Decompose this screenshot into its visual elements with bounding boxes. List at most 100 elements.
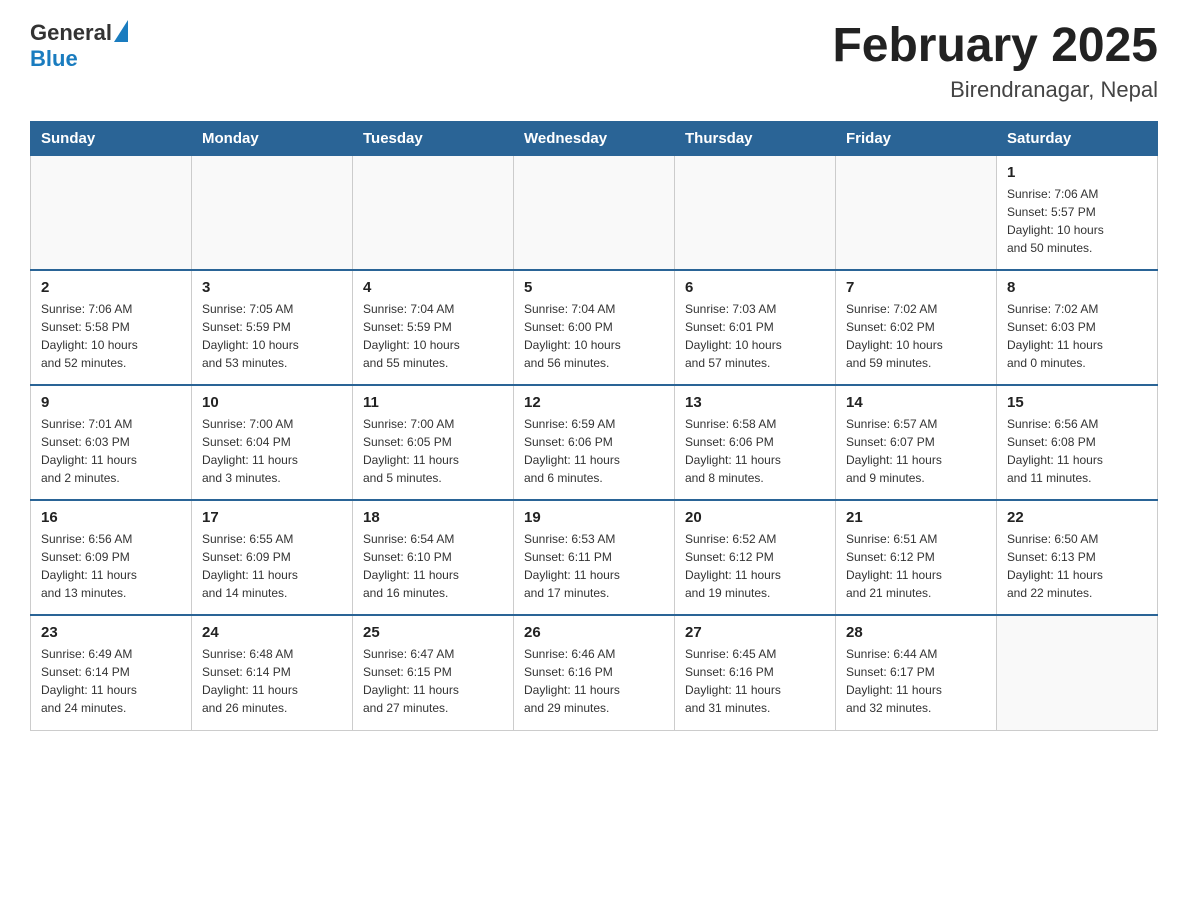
calendar-title-block: February 2025 Birendranagar, Nepal: [832, 20, 1158, 103]
day-info: Sunrise: 7:02 AM Sunset: 6:02 PM Dayligh…: [846, 300, 986, 372]
calendar-cell: 9Sunrise: 7:01 AM Sunset: 6:03 PM Daylig…: [31, 385, 192, 500]
calendar-title: February 2025: [832, 20, 1158, 73]
day-info: Sunrise: 6:59 AM Sunset: 6:06 PM Dayligh…: [524, 415, 664, 487]
calendar-week-row: 16Sunrise: 6:56 AM Sunset: 6:09 PM Dayli…: [31, 500, 1158, 615]
header-monday: Monday: [192, 121, 353, 155]
day-info: Sunrise: 7:03 AM Sunset: 6:01 PM Dayligh…: [685, 300, 825, 372]
day-number: 25: [363, 624, 503, 641]
day-info: Sunrise: 6:55 AM Sunset: 6:09 PM Dayligh…: [202, 530, 342, 602]
day-number: 1: [1007, 164, 1147, 181]
day-info: Sunrise: 6:48 AM Sunset: 6:14 PM Dayligh…: [202, 645, 342, 717]
day-info: Sunrise: 6:54 AM Sunset: 6:10 PM Dayligh…: [363, 530, 503, 602]
calendar-week-row: 23Sunrise: 6:49 AM Sunset: 6:14 PM Dayli…: [31, 615, 1158, 730]
header-friday: Friday: [836, 121, 997, 155]
calendar-cell: 8 Sunrise: 7:02 AM Sunset: 6:03 PM Daylig…: [997, 270, 1158, 385]
day-number: 21: [846, 509, 986, 526]
day-number: 11: [363, 394, 503, 411]
day-info: Sunrise: 7:04 AM Sunset: 6:00 PM Dayligh…: [524, 300, 664, 372]
day-info: Sunrise: 6:45 AM Sunset: 6:16 PM Dayligh…: [685, 645, 825, 717]
day-number: 19: [524, 509, 664, 526]
day-number: 12: [524, 394, 664, 411]
day-number: 13: [685, 394, 825, 411]
calendar-table: Sunday Monday Tuesday Wednesday Thursday…: [30, 121, 1158, 731]
day-info: Sunrise: 6:47 AM Sunset: 6:15 PM Dayligh…: [363, 645, 503, 717]
calendar-week-row: 1 Sunrise: 7:06 AM Sunset: 5:57 PM Daylig…: [31, 155, 1158, 270]
day-number: 10: [202, 394, 342, 411]
day-number: 7: [846, 279, 986, 296]
calendar-cell: 19 Sunrise: 6:53 AM Sunset: 6:11 PM Dayli…: [514, 500, 675, 615]
calendar-cell: 27 Sunrise: 6:45 AM Sunset: 6:16 PM Dayli…: [675, 615, 836, 730]
day-number: 8: [1007, 279, 1147, 296]
calendar-cell: 22 Sunrise: 6:50 AM Sunset: 6:13 PM Dayli…: [997, 500, 1158, 615]
calendar-cell: [353, 155, 514, 270]
day-number: 4: [363, 279, 503, 296]
day-info: Sunrise: 6:57 AM Sunset: 6:07 PM Dayligh…: [846, 415, 986, 487]
calendar-cell: 24Sunrise: 6:48 AM Sunset: 6:14 PM Dayli…: [192, 615, 353, 730]
day-number: 20: [685, 509, 825, 526]
calendar-cell: 5 Sunrise: 7:04 AM Sunset: 6:00 PM Daylig…: [514, 270, 675, 385]
calendar-cell: [514, 155, 675, 270]
weekday-header-row: Sunday Monday Tuesday Wednesday Thursday…: [31, 121, 1158, 155]
header-wednesday: Wednesday: [514, 121, 675, 155]
logo: General Blue: [30, 20, 128, 72]
day-number: 27: [685, 624, 825, 641]
calendar-cell: [997, 615, 1158, 730]
logo-triangle-icon: [114, 20, 128, 42]
calendar-cell: 20 Sunrise: 6:52 AM Sunset: 6:12 PM Dayli…: [675, 500, 836, 615]
calendar-cell: 18 Sunrise: 6:54 AM Sunset: 6:10 PM Dayli…: [353, 500, 514, 615]
calendar-cell: 14 Sunrise: 6:57 AM Sunset: 6:07 PM Dayli…: [836, 385, 997, 500]
day-info: Sunrise: 7:06 AM Sunset: 5:57 PM Dayligh…: [1007, 185, 1147, 257]
day-info: Sunrise: 7:00 AM Sunset: 6:04 PM Dayligh…: [202, 415, 342, 487]
day-number: 26: [524, 624, 664, 641]
calendar-cell: 7 Sunrise: 7:02 AM Sunset: 6:02 PM Daylig…: [836, 270, 997, 385]
calendar-cell: [836, 155, 997, 270]
calendar-cell: [31, 155, 192, 270]
calendar-cell: [192, 155, 353, 270]
day-number: 23: [41, 624, 181, 641]
calendar-cell: 10 Sunrise: 7:00 AM Sunset: 6:04 PM Dayli…: [192, 385, 353, 500]
calendar-cell: 1 Sunrise: 7:06 AM Sunset: 5:57 PM Daylig…: [997, 155, 1158, 270]
header-tuesday: Tuesday: [353, 121, 514, 155]
header-sunday: Sunday: [31, 121, 192, 155]
day-number: 9: [41, 394, 181, 411]
header-thursday: Thursday: [675, 121, 836, 155]
calendar-cell: 3Sunrise: 7:05 AM Sunset: 5:59 PM Daylig…: [192, 270, 353, 385]
calendar-cell: 6 Sunrise: 7:03 AM Sunset: 6:01 PM Daylig…: [675, 270, 836, 385]
day-info: Sunrise: 6:51 AM Sunset: 6:12 PM Dayligh…: [846, 530, 986, 602]
calendar-cell: 15 Sunrise: 6:56 AM Sunset: 6:08 PM Dayli…: [997, 385, 1158, 500]
day-info: Sunrise: 6:44 AM Sunset: 6:17 PM Dayligh…: [846, 645, 986, 717]
day-info: Sunrise: 7:06 AM Sunset: 5:58 PM Dayligh…: [41, 300, 181, 372]
day-info: Sunrise: 6:46 AM Sunset: 6:16 PM Dayligh…: [524, 645, 664, 717]
day-info: Sunrise: 6:56 AM Sunset: 6:09 PM Dayligh…: [41, 530, 181, 602]
calendar-cell: 17 Sunrise: 6:55 AM Sunset: 6:09 PM Dayli…: [192, 500, 353, 615]
calendar-cell: 26 Sunrise: 6:46 AM Sunset: 6:16 PM Dayli…: [514, 615, 675, 730]
calendar-cell: 12 Sunrise: 6:59 AM Sunset: 6:06 PM Dayli…: [514, 385, 675, 500]
day-number: 17: [202, 509, 342, 526]
day-info: Sunrise: 7:04 AM Sunset: 5:59 PM Dayligh…: [363, 300, 503, 372]
day-info: Sunrise: 6:53 AM Sunset: 6:11 PM Dayligh…: [524, 530, 664, 602]
day-info: Sunrise: 6:56 AM Sunset: 6:08 PM Dayligh…: [1007, 415, 1147, 487]
day-number: 22: [1007, 509, 1147, 526]
calendar-location: Birendranagar, Nepal: [832, 77, 1158, 103]
calendar-cell: 21 Sunrise: 6:51 AM Sunset: 6:12 PM Dayli…: [836, 500, 997, 615]
calendar-cell: 2 Sunrise: 7:06 AM Sunset: 5:58 PM Daylig…: [31, 270, 192, 385]
day-info: Sunrise: 6:58 AM Sunset: 6:06 PM Dayligh…: [685, 415, 825, 487]
calendar-cell: [675, 155, 836, 270]
day-number: 14: [846, 394, 986, 411]
day-info: Sunrise: 6:50 AM Sunset: 6:13 PM Dayligh…: [1007, 530, 1147, 602]
day-number: 5: [524, 279, 664, 296]
calendar-cell: 13 Sunrise: 6:58 AM Sunset: 6:06 PM Dayli…: [675, 385, 836, 500]
calendar-cell: 25 Sunrise: 6:47 AM Sunset: 6:15 PM Dayli…: [353, 615, 514, 730]
day-number: 2: [41, 279, 181, 296]
calendar-cell: 11Sunrise: 7:00 AM Sunset: 6:05 PM Dayli…: [353, 385, 514, 500]
day-info: Sunrise: 7:02 AM Sunset: 6:03 PM Dayligh…: [1007, 300, 1147, 372]
day-number: 28: [846, 624, 986, 641]
calendar-cell: 23Sunrise: 6:49 AM Sunset: 6:14 PM Dayli…: [31, 615, 192, 730]
calendar-cell: 28 Sunrise: 6:44 AM Sunset: 6:17 PM Dayli…: [836, 615, 997, 730]
logo-general-text: General: [30, 20, 112, 46]
day-number: 15: [1007, 394, 1147, 411]
day-number: 18: [363, 509, 503, 526]
day-info: Sunrise: 6:52 AM Sunset: 6:12 PM Dayligh…: [685, 530, 825, 602]
calendar-week-row: 2 Sunrise: 7:06 AM Sunset: 5:58 PM Daylig…: [31, 270, 1158, 385]
day-number: 6: [685, 279, 825, 296]
